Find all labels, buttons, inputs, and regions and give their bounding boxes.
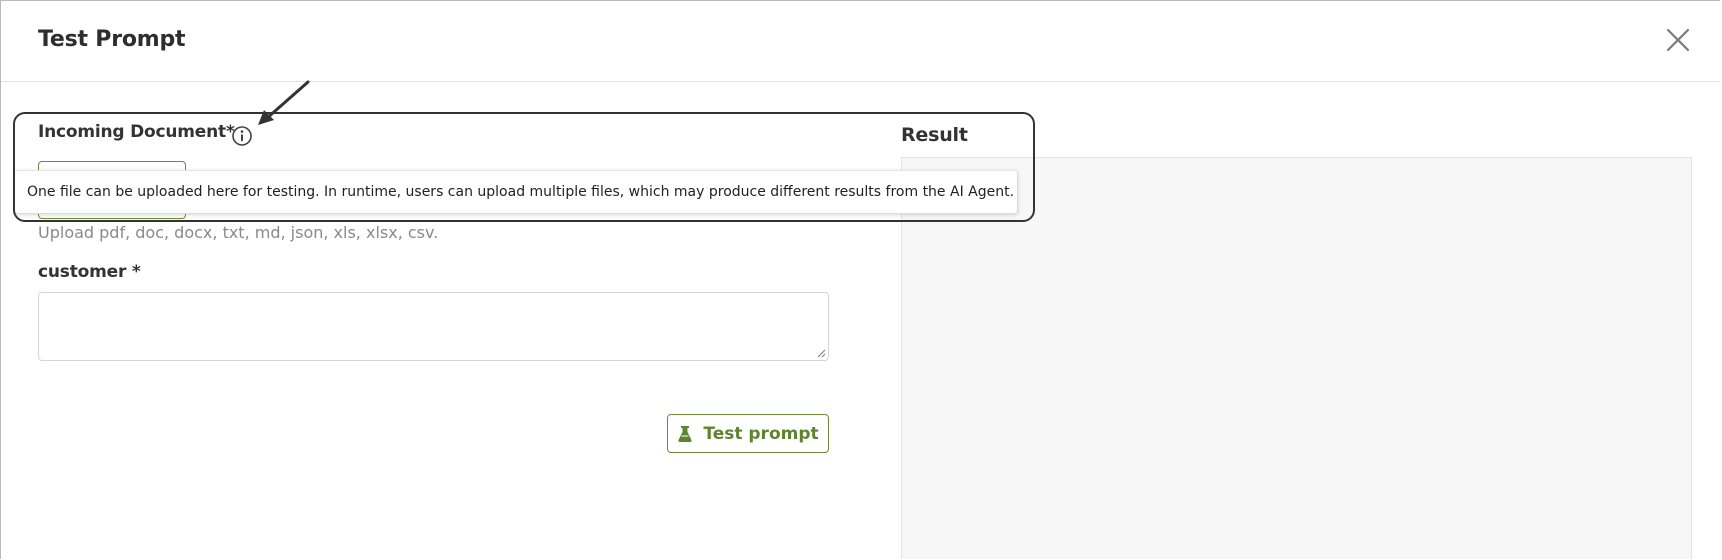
dialog-title: Test Prompt <box>38 27 186 52</box>
info-circle-icon[interactable] <box>231 125 253 147</box>
upload-helper-text: Upload pdf, doc, docx, txt, md, json, xl… <box>38 223 439 242</box>
test-prompt-button[interactable]: Test prompt <box>667 414 829 453</box>
test-prompt-label: Test prompt <box>703 423 819 444</box>
customer-input[interactable] <box>38 292 829 361</box>
info-tooltip: One file can be uploaded here for testin… <box>15 170 1018 214</box>
resize-grip-icon[interactable] <box>816 348 826 358</box>
close-icon[interactable] <box>1665 27 1691 53</box>
customer-label: customer * <box>38 262 141 282</box>
flask-icon <box>678 425 692 442</box>
result-panel <box>901 157 1692 559</box>
result-label: Result <box>901 124 968 146</box>
incoming-document-label: Incoming Document* <box>38 122 235 142</box>
test-prompt-dialog: Test Prompt Incoming Document* Upload pd… <box>0 0 1720 559</box>
tooltip-text: One file can be uploaded here for testin… <box>27 184 1015 200</box>
annotation-arrow-icon <box>258 80 310 125</box>
dialog-header: Test Prompt <box>1 1 1720 82</box>
